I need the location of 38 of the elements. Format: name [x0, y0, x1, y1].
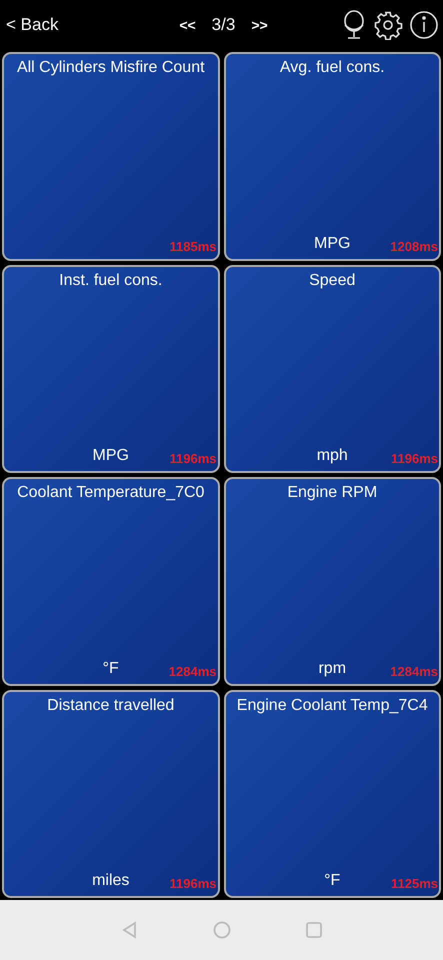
globe-stand-icon[interactable]	[341, 10, 367, 40]
response-time: 1125ms	[391, 876, 438, 891]
response-time: 1185ms	[170, 238, 216, 254]
unit-label: MPG	[314, 234, 350, 252]
gauge-tile[interactable]: Inst. fuel cons. MPG 1196ms	[2, 264, 220, 473]
gauge-tile[interactable]: All Cylinders Misfire Count 1185ms	[2, 52, 220, 260]
gauge-tile[interactable]: Avg. fuel cons. MPG 1208ms	[224, 52, 441, 260]
unit-label: rpm	[318, 660, 346, 678]
tile-title: Distance travelled	[47, 696, 174, 714]
response-time: 1284ms	[390, 664, 438, 678]
tile-title: Coolant Temperature_7C0	[17, 484, 204, 502]
unit-label: °F	[102, 660, 119, 678]
response-time: 1196ms	[391, 451, 438, 466]
tile-title: Inst. fuel cons.	[59, 272, 162, 290]
settings-icon[interactable]	[373, 10, 403, 40]
info-icon[interactable]	[409, 10, 439, 40]
gauge-tile[interactable]: Coolant Temperature_7C0 °F 1284ms	[2, 477, 220, 686]
back-button[interactable]: < Back	[6, 15, 126, 35]
response-time: 1196ms	[170, 451, 216, 466]
tile-title: Avg. fuel cons.	[280, 59, 385, 77]
tile-title: Engine RPM	[287, 484, 378, 502]
gauge-tile[interactable]: Speed mph 1196ms	[224, 264, 441, 473]
response-time: 1196ms	[170, 876, 216, 891]
unit-label: MPG	[92, 447, 129, 465]
tile-title: All Cylinders Misfire Count	[16, 59, 205, 77]
response-time: 1208ms	[390, 238, 438, 254]
tile-title: Engine Coolant Temp_7C4	[236, 696, 428, 714]
unit-label: °F	[324, 872, 340, 890]
gauge-tile[interactable]: Engine RPM rpm 1284ms	[224, 477, 441, 686]
unit-label: miles	[92, 872, 130, 890]
next-page-button[interactable]: >>	[251, 15, 268, 35]
gauge-tile[interactable]: Engine Coolant Temp_7C4 °F 1125ms	[224, 690, 441, 898]
response-time: 1284ms	[168, 664, 216, 678]
tile-title: Speed	[309, 272, 356, 290]
gauge-tile[interactable]: Distance travelled miles 1196ms	[2, 690, 220, 898]
page-indicator: 3/3	[212, 15, 236, 35]
previous-page-button[interactable]: <<	[179, 15, 196, 35]
unit-label: mph	[316, 447, 348, 465]
